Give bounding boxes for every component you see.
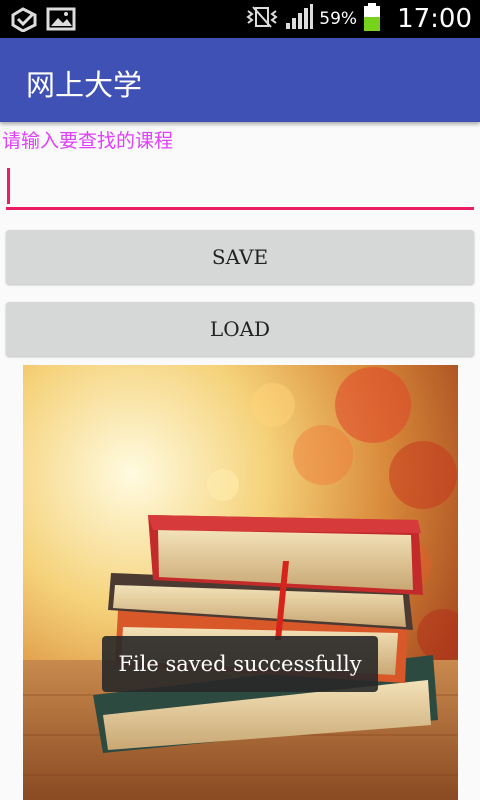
search-input[interactable] <box>6 160 474 212</box>
status-bar-left <box>10 6 76 36</box>
load-button[interactable]: LOAD <box>6 302 474 356</box>
search-underline <box>6 207 474 210</box>
status-bar: 59% 17:00 <box>0 0 480 38</box>
signal-icon <box>285 3 314 35</box>
battery-percent: 59% <box>319 9 358 29</box>
app-notification-icon <box>10 6 38 36</box>
gallery-icon <box>46 6 76 36</box>
app-title: 网上大学 <box>26 68 143 102</box>
app-bar: 网上大学 <box>0 38 480 122</box>
clock: 17:00 <box>397 4 472 34</box>
search-label: 请输入要查找的课程 <box>2 130 174 152</box>
search-field[interactable] <box>6 160 474 212</box>
status-bar-right: 59% 17:00 <box>245 2 472 36</box>
vibrate-icon <box>245 5 279 33</box>
save-button[interactable]: SAVE <box>6 230 474 284</box>
books-image <box>23 365 458 800</box>
toast-message: File saved successfully <box>102 636 378 692</box>
text-cursor <box>7 168 10 204</box>
battery-icon <box>363 2 381 36</box>
